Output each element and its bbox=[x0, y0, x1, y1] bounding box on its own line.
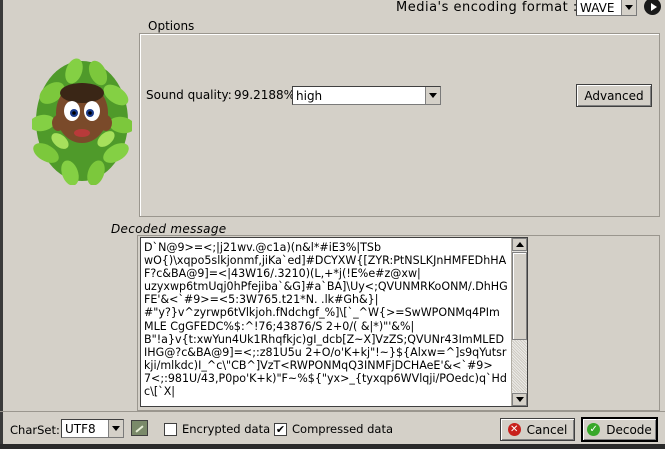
bottom-strip bbox=[0, 444, 665, 449]
chevron-down-icon[interactable] bbox=[108, 420, 123, 437]
decoded-message-text: D`N@9>=<;|j21wv.@c1a)(n&l*#iE3%|TSb wO{)… bbox=[144, 241, 508, 399]
scroll-up-icon[interactable] bbox=[512, 238, 527, 251]
window-edge bbox=[0, 0, 3, 449]
sound-quality-percent: 99.2188% bbox=[234, 88, 296, 102]
decoded-message-title: Decoded message bbox=[111, 222, 227, 236]
encrypted-data-label[interactable]: Encrypted data bbox=[182, 422, 270, 436]
vertical-scrollbar[interactable] bbox=[511, 238, 527, 406]
checkmark-icon: ✔ bbox=[275, 423, 286, 436]
cancel-button[interactable]: ✕ Cancel bbox=[500, 418, 575, 441]
compressed-data-checkbox[interactable]: ✔ bbox=[274, 423, 287, 436]
chevron-down-icon[interactable] bbox=[621, 0, 636, 15]
charset-select[interactable]: UTF8 bbox=[61, 419, 124, 438]
format-label: Media's encoding format : bbox=[396, 0, 578, 15]
scroll-down-icon[interactable] bbox=[512, 393, 527, 406]
decoded-message-textarea[interactable]: D`N@9>=<;|j21wv.@c1a)(n&l*#iE3%|TSb wO{)… bbox=[140, 237, 528, 407]
play-icon[interactable] bbox=[644, 0, 661, 15]
avatar bbox=[32, 58, 132, 185]
sound-quality-label: Sound quality: bbox=[146, 88, 232, 102]
scrollbar-thumb[interactable] bbox=[512, 252, 527, 340]
bottom-separator bbox=[0, 411, 665, 412]
scrollbar-track[interactable] bbox=[512, 340, 527, 392]
edit-charset-icon[interactable] bbox=[131, 420, 148, 436]
chevron-down-icon[interactable] bbox=[425, 87, 440, 104]
format-select-value: WAVE bbox=[580, 0, 615, 15]
sound-quality-select[interactable]: high bbox=[292, 86, 441, 105]
cancel-icon: ✕ bbox=[507, 423, 521, 436]
advanced-button[interactable]: Advanced bbox=[576, 84, 652, 107]
decode-button-label: Decode bbox=[606, 422, 652, 437]
check-icon: ✓ bbox=[587, 423, 601, 436]
cancel-button-label: Cancel bbox=[526, 422, 568, 437]
sound-quality-select-value: high bbox=[296, 88, 323, 103]
options-group bbox=[139, 33, 660, 217]
charset-select-value: UTF8 bbox=[65, 421, 96, 436]
compressed-data-label[interactable]: Compressed data bbox=[292, 422, 393, 436]
options-title: Options bbox=[145, 19, 198, 33]
format-select[interactable]: WAVE bbox=[576, 0, 637, 16]
decode-button[interactable]: ✓ Decode bbox=[581, 417, 658, 442]
charset-label: CharSet: bbox=[10, 423, 60, 437]
encrypted-data-checkbox[interactable] bbox=[164, 423, 177, 436]
